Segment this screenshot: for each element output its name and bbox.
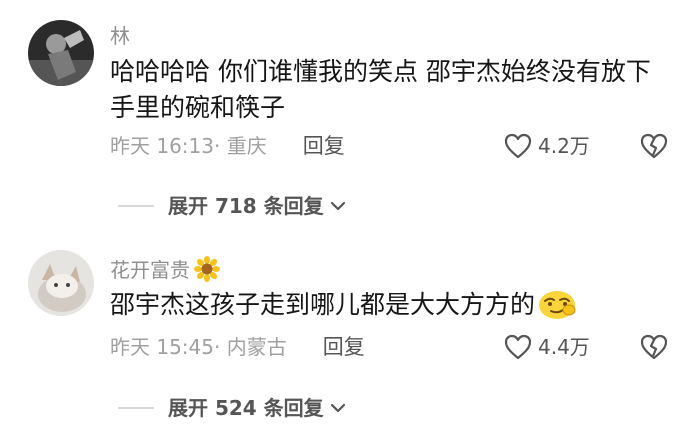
smug-face-emoji-icon <box>537 288 577 330</box>
broken-heart-icon <box>640 133 668 163</box>
dislike-button[interactable] <box>640 334 668 364</box>
expand-replies-label: 展开 718 条回复 <box>168 194 324 218</box>
heart-icon <box>504 133 532 159</box>
reply-button[interactable]: 回复 <box>303 134 345 158</box>
username-text: 花开富贵 <box>110 258 190 282</box>
like-count: 4.4万 <box>538 335 590 359</box>
comment-text: 邵宇杰这孩子走到哪儿都是大大方方的 <box>110 287 670 330</box>
divider-line <box>118 205 154 207</box>
comment-item: 花开富贵 邵宇杰这孩子走到哪儿都是大大方方的 昨天 15:45· 内蒙古 回复 … <box>0 235 700 443</box>
reply-button[interactable]: 回复 <box>323 335 365 359</box>
divider-line <box>118 407 154 409</box>
comment-time: 昨天 16:13 <box>110 134 214 158</box>
comment-meta: 昨天 15:45· 内蒙古 回复 <box>110 337 365 358</box>
chevron-down-icon <box>330 200 346 212</box>
expand-replies-label: 展开 524 条回复 <box>168 396 324 420</box>
comment-meta: 昨天 16:13· 重庆 回复 <box>110 136 345 157</box>
comment-time: 昨天 15:45 <box>110 335 214 359</box>
avatar[interactable] <box>28 250 94 316</box>
broken-heart-icon <box>640 334 668 364</box>
heart-icon <box>504 334 532 360</box>
expand-replies[interactable]: 展开 718 条回复 <box>118 196 346 216</box>
sunflower-icon <box>194 256 220 285</box>
comment-item: 林 哈哈哈哈 你们谁懂我的笑点 邵宇杰始终没有放下手里的碗和筷子 昨天 16:1… <box>0 0 700 230</box>
comment-text: 哈哈哈哈 你们谁懂我的笑点 邵宇杰始终没有放下手里的碗和筷子 <box>110 57 651 122</box>
username[interactable]: 花开富贵 <box>110 256 220 285</box>
comment-location: · 内蒙古 <box>214 335 287 359</box>
like-count: 4.2万 <box>538 134 590 158</box>
avatar[interactable] <box>28 20 94 86</box>
dislike-button[interactable] <box>640 133 668 163</box>
expand-replies[interactable]: 展开 524 条回复 <box>118 398 346 418</box>
like-button[interactable]: 4.4万 <box>504 334 590 360</box>
chevron-down-icon <box>330 402 346 414</box>
like-button[interactable]: 4.2万 <box>504 133 590 159</box>
comment-location: · 重庆 <box>214 134 267 158</box>
comment-text-body: 邵宇杰这孩子走到哪儿都是大大方方的 <box>110 290 536 319</box>
username[interactable]: 林 <box>110 26 130 46</box>
